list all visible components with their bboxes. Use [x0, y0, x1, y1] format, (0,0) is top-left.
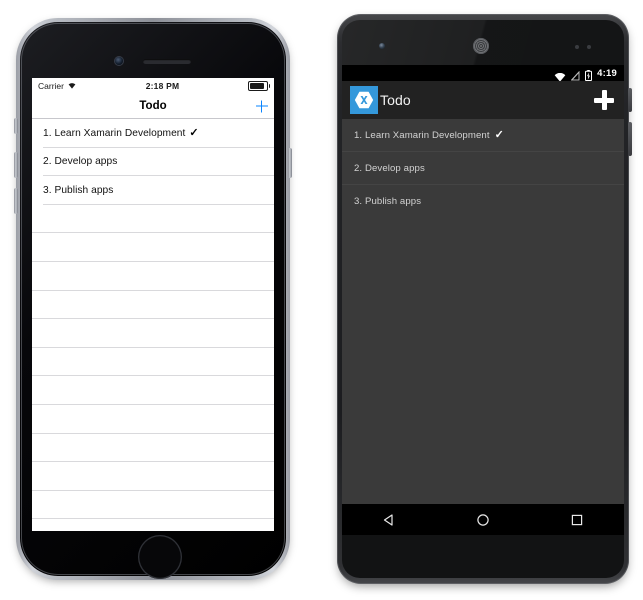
list-item[interactable]: 2. Develop apps	[32, 148, 274, 177]
android-todo-list[interactable]: 1. Learn Xamarin Development ✓ 2. Develo…	[342, 119, 624, 535]
front-camera-icon	[379, 43, 385, 49]
list-item-empty	[32, 376, 274, 405]
ios-status-right	[248, 81, 270, 91]
list-item-label: 2. Develop apps	[43, 156, 118, 168]
page-title: Todo	[139, 100, 167, 112]
list-item[interactable]: 1. Learn Xamarin Development ✓	[342, 119, 624, 152]
silent-switch[interactable]	[14, 118, 18, 134]
back-icon[interactable]	[381, 512, 397, 528]
list-item-label: 1. Learn Xamarin Development	[354, 130, 490, 141]
wifi-icon	[554, 69, 566, 82]
iphone-screen: Carrier 2:18 PM Todo 1. Learn Xamarin De…	[32, 78, 274, 531]
proximity-sensor-icon	[587, 45, 591, 49]
ios-empty-rows	[32, 205, 274, 520]
android-list-empty-area	[342, 218, 624, 535]
battery-full-icon	[248, 81, 270, 91]
android-clock: 4:19	[597, 67, 617, 79]
battery-charging-icon	[585, 68, 593, 81]
list-item[interactable]: 3. Publish apps	[32, 176, 274, 205]
volume-up-button[interactable]	[14, 152, 18, 178]
list-item-empty	[32, 348, 274, 377]
home-icon[interactable]	[475, 512, 491, 528]
android-status-bar: 4:19	[342, 65, 624, 82]
list-item-label: 3. Publish apps	[43, 184, 114, 196]
list-item-label: 3. Publish apps	[354, 196, 422, 207]
list-item-empty	[32, 405, 274, 434]
android-screen: 4:19 Todo 1. Learn Xamarin Development ✓	[342, 65, 624, 535]
power-button[interactable]	[628, 88, 632, 112]
no-signal-icon	[570, 68, 580, 81]
list-item-empty	[32, 291, 274, 320]
list-item-empty	[32, 434, 274, 463]
list-item-empty	[32, 262, 274, 291]
power-button[interactable]	[288, 148, 292, 178]
wifi-icon	[67, 81, 77, 91]
page-title: Todo	[380, 92, 411, 108]
ios-clock: 2:18 PM	[145, 81, 180, 91]
list-item-label: 2. Develop apps	[354, 163, 425, 174]
list-item[interactable]: 3. Publish apps	[342, 185, 624, 218]
row-separator	[32, 518, 274, 520]
list-item-empty	[32, 319, 274, 348]
list-item[interactable]: 1. Learn Xamarin Development ✓	[32, 119, 274, 148]
ios-status-bar: Carrier 2:18 PM	[32, 78, 274, 94]
xamarin-logo-icon	[350, 86, 378, 114]
carrier-label: Carrier	[38, 81, 64, 91]
volume-button[interactable]	[628, 122, 632, 156]
list-item-empty	[32, 233, 274, 262]
home-button[interactable]	[138, 535, 182, 579]
ios-nav-bar: Todo	[32, 94, 274, 119]
list-item-label: 1. Learn Xamarin Development	[43, 127, 186, 139]
list-item-empty	[32, 462, 274, 491]
list-item-empty	[32, 205, 274, 234]
iphone-device: Carrier 2:18 PM Todo 1. Learn Xamarin De…	[12, 12, 294, 582]
screenshot-canvas: Carrier 2:18 PM Todo 1. Learn Xamarin De…	[0, 0, 643, 600]
volume-down-button[interactable]	[14, 188, 18, 214]
android-navigation-bar	[342, 504, 624, 535]
front-camera-icon	[115, 57, 123, 65]
android-action-bar: Todo	[342, 81, 624, 119]
ios-status-left: Carrier	[38, 81, 77, 91]
add-item-button[interactable]	[255, 100, 268, 113]
checkmark-icon: ✓	[494, 129, 504, 141]
list-item[interactable]: 2. Develop apps	[342, 152, 624, 185]
checkmark-icon: ✓	[189, 126, 199, 139]
list-item-empty	[32, 491, 274, 520]
add-item-button[interactable]	[594, 90, 614, 110]
recents-icon[interactable]	[569, 512, 585, 528]
earpiece-speaker-icon	[143, 59, 191, 64]
earpiece-speaker-icon	[473, 38, 489, 54]
android-device: 4:19 Todo 1. Learn Xamarin Development ✓	[333, 10, 633, 588]
ios-todo-list[interactable]: 1. Learn Xamarin Development ✓ 2. Develo…	[32, 119, 274, 520]
proximity-sensor-icon	[575, 45, 579, 49]
